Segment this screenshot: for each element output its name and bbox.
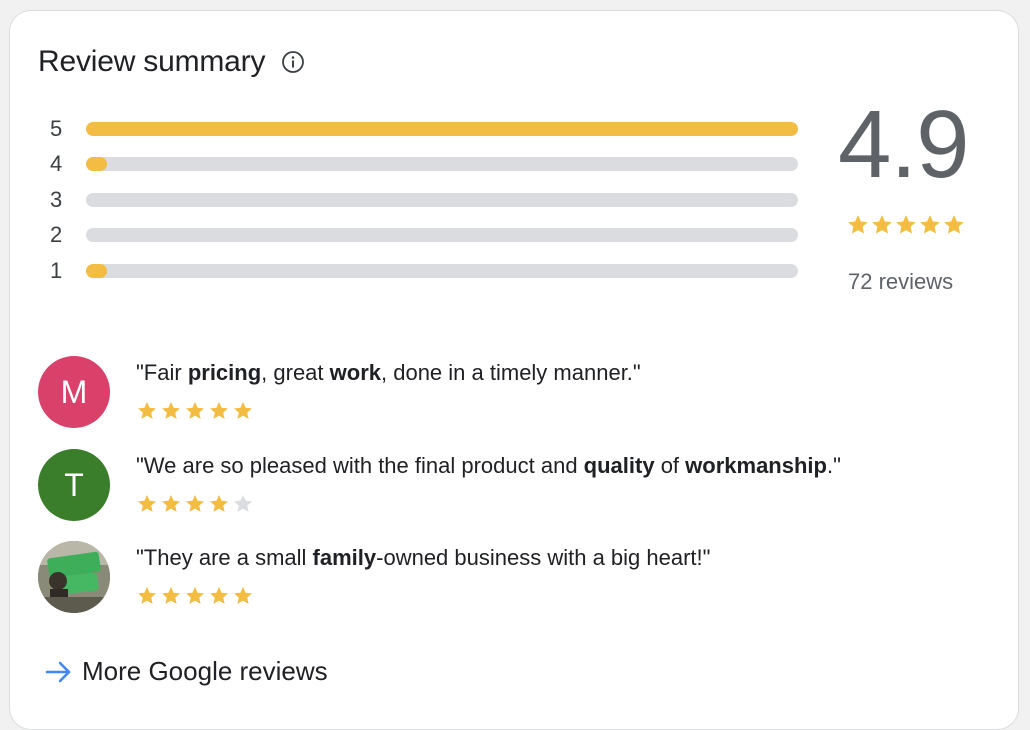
review-keyword: workmanship (685, 453, 827, 478)
review-snippet[interactable]: M "Fair pricing, great work, done in a ti… (38, 356, 641, 428)
average-rating: 4.9 (838, 91, 969, 198)
rating-bar-track (86, 192, 798, 207)
review-snippet[interactable]: T "We are so pleased with the final produ… (38, 449, 841, 521)
star-filled-icon (160, 493, 184, 515)
rating-bar-row-3[interactable]: 3 (50, 182, 810, 218)
review-body: "Fair pricing, great work, done in a tim… (136, 356, 641, 428)
star-filled-icon (894, 213, 918, 237)
rating-bar-fill (86, 157, 108, 172)
star-filled-icon (870, 213, 894, 237)
review-summary-card: Review summary 5 4 3 2 1 4.9 72 reviews M "Fa… (9, 10, 1019, 730)
star-filled-icon (208, 400, 232, 422)
review-keyword: family (312, 545, 377, 570)
rating-distribution: 5 4 3 2 1 (50, 111, 810, 289)
star-filled-icon (846, 213, 870, 237)
star-filled-icon (184, 493, 208, 515)
header: Review summary (38, 45, 305, 79)
star-filled-icon (136, 585, 160, 607)
rating-bar-row-1[interactable]: 1 (50, 253, 810, 289)
page-title: Review summary (38, 45, 266, 78)
review-text-segment: , done in a timely manner." (381, 360, 641, 385)
review-keyword: pricing (187, 360, 262, 385)
more-reviews-link[interactable]: More Google reviews (44, 656, 328, 687)
rating-bar-row-2[interactable]: 2 (50, 218, 810, 254)
rating-bar-label: 2 (50, 222, 63, 248)
review-text-segment: of (654, 453, 686, 478)
rating-bar-row-5[interactable]: 5 (50, 111, 810, 147)
rating-bar-track (86, 121, 798, 136)
star-filled-icon (942, 213, 966, 237)
more-reviews-label: More Google reviews (82, 656, 328, 686)
reviews-count[interactable]: 72 reviews (848, 269, 953, 295)
review-keyword: work (329, 360, 381, 385)
star-empty-icon (232, 493, 256, 515)
review-text-segment: -owned business with a big heart!" (376, 545, 711, 570)
avatar-photo (38, 541, 110, 613)
avatar: M (38, 356, 110, 428)
rating-bar-track (86, 157, 798, 172)
review-stars (136, 400, 641, 422)
star-filled-icon (136, 400, 160, 422)
review-text-segment: ." (826, 453, 841, 478)
average-rating-stars (846, 213, 966, 237)
review-text: "They are a small family-owned business … (136, 545, 710, 571)
rating-bar-label: 5 (50, 115, 63, 141)
star-filled-icon (918, 213, 942, 237)
rating-bar-label: 4 (50, 151, 63, 177)
review-body: "They are a small family-owned business … (136, 541, 710, 613)
review-snippet[interactable]: "They are a small family-owned business … (38, 541, 710, 613)
info-icon[interactable] (281, 50, 305, 74)
review-text-segment: "We are so pleased with the final produc… (136, 453, 584, 478)
review-text-segment: "Fair (136, 360, 188, 385)
review-text: "Fair pricing, great work, done in a tim… (136, 360, 641, 386)
star-filled-icon (184, 400, 208, 422)
review-keyword: quality (583, 453, 655, 478)
arrow-right-icon (44, 657, 74, 687)
review-body: "We are so pleased with the final produc… (136, 449, 841, 521)
rating-bar-track (86, 228, 798, 243)
star-filled-icon (160, 585, 184, 607)
star-filled-icon (136, 493, 160, 515)
rating-bar-label: 3 (50, 186, 63, 212)
star-filled-icon (184, 585, 208, 607)
star-filled-icon (208, 493, 232, 515)
rating-bar-label: 1 (50, 257, 63, 283)
rating-bar-row-4[interactable]: 4 (50, 147, 810, 183)
review-text-segment: "They are a small (136, 545, 313, 570)
review-stars (136, 585, 710, 607)
star-filled-icon (208, 585, 232, 607)
review-stars (136, 493, 841, 515)
review-text: "We are so pleased with the final produc… (136, 453, 841, 479)
star-filled-icon (232, 585, 256, 607)
rating-bar-track (86, 263, 798, 278)
rating-bar-fill (86, 121, 798, 136)
rating-bar-fill (86, 263, 108, 278)
star-filled-icon (160, 400, 184, 422)
star-filled-icon (232, 400, 256, 422)
review-text-segment: , great (261, 360, 330, 385)
avatar: T (38, 449, 110, 521)
